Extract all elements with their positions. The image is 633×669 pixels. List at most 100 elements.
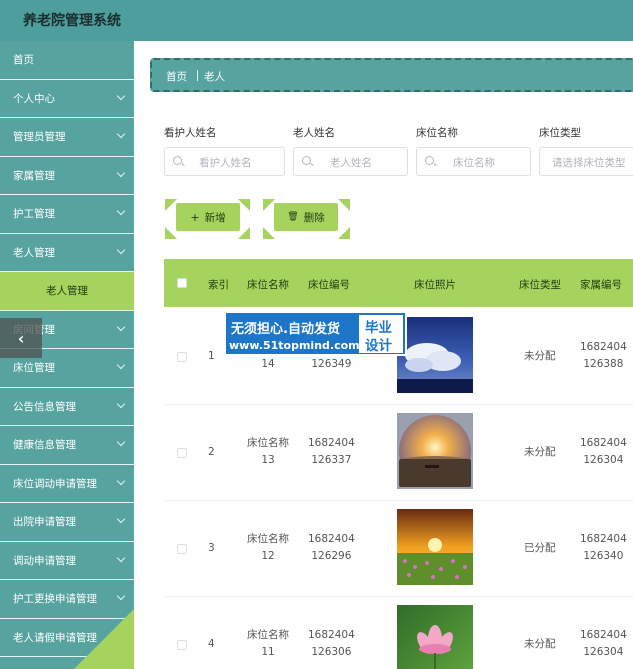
select-all-checkbox[interactable]: [177, 278, 187, 288]
cell-bed-number-line: 126337: [311, 454, 352, 466]
sidebar-item-label: 个人中心: [13, 92, 55, 105]
cell-bed-name-line: 13: [261, 454, 275, 466]
chevron-down-icon: [116, 360, 126, 370]
sidebar-item-label: 健康信息管理: [13, 439, 76, 452]
bed-name-input[interactable]: 床位名称: [416, 147, 531, 176]
cell-bed-name-line: 床位名称: [247, 629, 289, 641]
column-header-bed-number[interactable]: 床位编号: [308, 277, 350, 292]
filter-label-bed-name: 床位名称: [416, 127, 458, 139]
bed-photo: [397, 413, 473, 489]
cell-bed-name: 床位名称 11: [247, 627, 289, 661]
row-checkbox[interactable]: [177, 352, 187, 362]
input-placeholder: 看护人姓名: [199, 157, 252, 169]
sidebar-item[interactable]: 家属管理: [0, 157, 134, 195]
add-button-label: 新增: [204, 211, 226, 224]
cell-bed-name: 床位名称 12: [247, 531, 289, 565]
chevron-down-icon: [116, 322, 126, 331]
sidebar-item-label: 床位管理: [13, 362, 55, 375]
filter-label-caretaker: 看护人姓名: [164, 127, 217, 139]
bed-photo: [397, 509, 473, 585]
cell-bed-name-line: 床位名称: [247, 533, 289, 545]
table-row[interactable]: 2 床位名称 13 1682404 126337 未分配 1682404 126304: [164, 405, 633, 501]
cell-index: 3: [208, 542, 215, 554]
watermark-line-2: www.51topmind.com: [229, 339, 360, 352]
cell-bed-number-line: 1682404: [308, 629, 355, 641]
sidebar-item[interactable]: 公告信息管理: [0, 388, 134, 426]
search-icon: [173, 156, 182, 165]
chevron-down-icon: [116, 437, 126, 447]
sidebar-item-label: 护工更换申请管理: [13, 593, 97, 606]
column-header-bed-name[interactable]: 床位名称: [247, 277, 289, 292]
sidebar-item[interactable]: 个人中心: [0, 80, 134, 118]
watermark-line-1: 无须担心.自动发货: [231, 322, 340, 337]
row-checkbox[interactable]: [177, 448, 187, 458]
sidebar-item[interactable]: 首页: [0, 41, 134, 80]
input-placeholder: 床位名称: [453, 157, 495, 169]
sidebar-item-label: 管理员管理: [13, 131, 66, 144]
table-row[interactable]: 3 床位名称 12 1682404 126296 已分配 1682404 126340: [164, 501, 633, 597]
button-corner-decoration: [338, 199, 350, 211]
sidebar-item[interactable]: 老人管理: [0, 272, 134, 311]
cell-bed-number: 1682404 126337: [308, 435, 355, 469]
bed-photo: [397, 317, 473, 393]
cell-bed-name-line: 11: [261, 646, 275, 658]
cell-bed-type: 未分配: [524, 350, 556, 362]
sidebar-item[interactable]: 老人管理: [0, 234, 134, 272]
sidebar-item[interactable]: 出院申请管理: [0, 503, 134, 542]
sidebar-item[interactable]: 调动申请管理: [0, 542, 134, 580]
input-placeholder: 老人姓名: [330, 157, 372, 169]
chevron-left-icon: ‹: [17, 328, 25, 348]
search-icon: [425, 156, 434, 165]
sidebar-item-label: 调动申请管理: [13, 554, 76, 567]
cell-family-number: 1682404 126304: [580, 627, 627, 661]
column-header-family-number[interactable]: 家属编号: [580, 277, 622, 292]
select-placeholder: 请选择床位类型: [552, 157, 626, 169]
bed-type-select[interactable]: 请选择床位类型: [539, 147, 633, 176]
chevron-down-icon: [116, 399, 126, 408]
sidebar-item[interactable]: 床位调动申请管理: [0, 465, 134, 503]
top-bar: 养老院管理系统: [0, 0, 633, 41]
breadcrumb-current: 老人: [204, 71, 225, 83]
sidebar-item-label: 床位调动申请管理: [13, 477, 97, 490]
column-header-bed-photo[interactable]: 床位照片: [414, 277, 456, 292]
watermark-badge-line-2: 设计: [365, 338, 392, 354]
sidebar-item[interactable]: 健康信息管理: [0, 426, 134, 465]
delete-button-label: 删除: [303, 211, 325, 224]
cell-index: 2: [208, 446, 215, 458]
cell-family-number-line: 1682404: [580, 341, 627, 353]
column-header-index[interactable]: 索引: [208, 277, 229, 292]
row-checkbox[interactable]: [177, 640, 187, 650]
cell-index: 4: [208, 638, 215, 650]
cell-family-number-line: 1682404: [580, 629, 627, 641]
row-checkbox[interactable]: [177, 544, 187, 554]
delete-button[interactable]: 🗑 删除: [274, 203, 338, 231]
cell-bed-name-line: 12: [261, 550, 275, 562]
cell-bed-number: 1682404 126296: [308, 531, 355, 565]
breadcrumb-separator: [197, 70, 198, 81]
add-button[interactable]: + 新增: [176, 203, 240, 231]
cell-bed-type: 未分配: [524, 638, 556, 650]
cell-bed-name: 床位名称 13: [247, 435, 289, 469]
table-row[interactable]: 4 床位名称 11 1682404 126306 未分配 1682404 126304: [164, 597, 633, 669]
chevron-down-icon: [116, 591, 126, 601]
filter-label-bed-type: 床位类型: [539, 127, 581, 139]
sidebar-item-label: 家属管理: [13, 169, 55, 182]
sidebar-item[interactable]: 管理员管理: [0, 118, 134, 157]
cell-bed-number-line: 126296: [311, 550, 352, 562]
chevron-down-icon: [116, 514, 126, 524]
sidebar-item-label: 出院申请管理: [13, 516, 76, 529]
caretaker-name-input[interactable]: 看护人姓名: [164, 147, 285, 176]
filter-label-elder: 老人姓名: [293, 127, 335, 139]
cell-family-number: 1682404 126304: [580, 435, 627, 469]
sidebar-item[interactable]: 护工管理: [0, 195, 134, 234]
cell-index: 1: [208, 350, 215, 362]
chevron-down-icon: [116, 476, 126, 485]
sidebar-item-label: 老人管理: [13, 246, 55, 259]
breadcrumb-home[interactable]: 首页: [166, 69, 187, 84]
cell-family-number: 1682404 126388: [580, 339, 627, 373]
cell-bed-number-line: 1682404: [308, 437, 355, 449]
chevron-down-icon: [116, 91, 126, 100]
column-header-bed-type[interactable]: 床位类型: [519, 277, 561, 292]
elder-name-input[interactable]: 老人姓名: [293, 147, 408, 176]
sidebar-collapse-button[interactable]: ‹: [0, 318, 42, 358]
